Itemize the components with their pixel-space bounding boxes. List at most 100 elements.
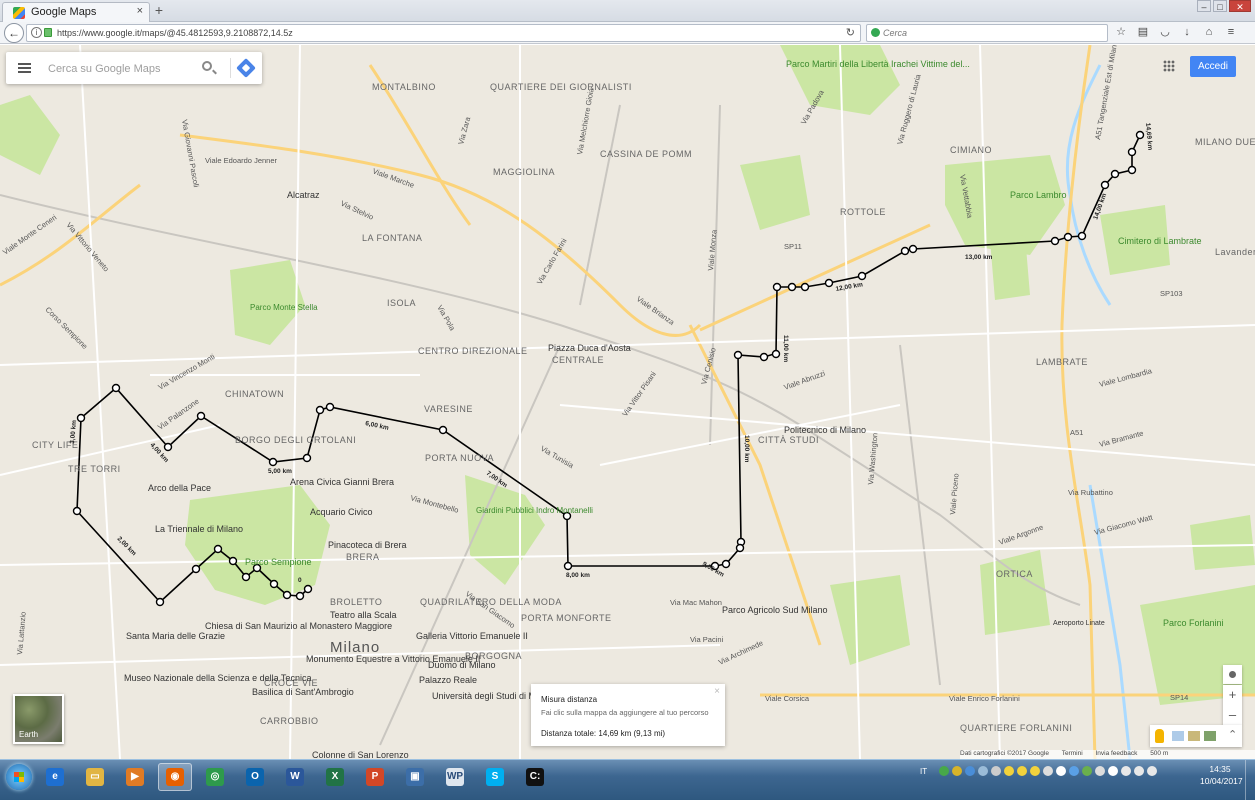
- street-label: A51: [1070, 428, 1083, 437]
- toolbar-icons: ☆ ▤ ◡ ↓ ⌂ ≡: [1114, 25, 1246, 39]
- zoom-out-button[interactable]: –: [1223, 705, 1242, 725]
- volume-icon[interactable]: [1134, 766, 1145, 776]
- route-distance-label: 11,00 km: [782, 335, 789, 362]
- site-info-icon[interactable]: i: [31, 27, 42, 38]
- feedback-link[interactable]: Invia feedback: [1095, 750, 1137, 757]
- tray-app-icon[interactable]: [1095, 766, 1106, 776]
- street-label: Viale Piceno: [948, 473, 961, 515]
- pocket-icon[interactable]: ◡: [1158, 25, 1172, 39]
- tray-app-icon[interactable]: [978, 766, 989, 776]
- browser-search-bar[interactable]: Cerca: [866, 24, 1108, 42]
- close-icon[interactable]: ×: [714, 686, 720, 697]
- downloads-icon[interactable]: ↓: [1180, 25, 1194, 39]
- start-button[interactable]: [6, 764, 32, 790]
- street-label: Via Washington: [866, 432, 880, 485]
- new-tab-button[interactable]: +: [152, 2, 166, 18]
- taskbar-skype-button[interactable]: S: [478, 763, 512, 791]
- taskbar-excel-button[interactable]: X: [318, 763, 352, 791]
- system-clock[interactable]: 14:35 10/04/2017: [1200, 763, 1243, 787]
- pegman-icon[interactable]: [1155, 729, 1164, 743]
- place-label: Acquario Civico: [310, 507, 373, 517]
- tray-app-icon[interactable]: [1017, 766, 1028, 776]
- route-distance-label: 8,00 km: [566, 572, 590, 579]
- search-icon[interactable]: [202, 61, 212, 71]
- maps-search-placeholder: Cerca su Google Maps: [48, 63, 161, 75]
- map-data-attribution: Dati cartografici ©2017 Google: [960, 750, 1049, 757]
- hamburger-menu-icon[interactable]: [18, 63, 31, 73]
- menu-icon[interactable]: ≡: [1224, 25, 1238, 39]
- district-label: BRERA: [346, 552, 380, 562]
- action-center-icon[interactable]: [1147, 766, 1158, 776]
- terms-link[interactable]: Termini: [1062, 750, 1083, 757]
- tray-app-icon[interactable]: [1069, 766, 1080, 776]
- imagery-thumb-icon[interactable]: [1204, 731, 1216, 741]
- taskbar-virtualbox-button[interactable]: ▣: [398, 763, 432, 791]
- tray-app-icon[interactable]: [965, 766, 976, 776]
- tray-app-icon[interactable]: [952, 766, 963, 776]
- place-label: Santa Maria delle Grazie: [126, 631, 225, 641]
- tray-app-icon[interactable]: [991, 766, 1002, 776]
- back-button[interactable]: ←: [4, 23, 24, 43]
- sign-in-button[interactable]: Accedi: [1190, 56, 1236, 77]
- route-distance-label: 5,00 km: [268, 468, 292, 475]
- outlook-icon: O: [246, 768, 264, 786]
- reading-list-icon[interactable]: ▤: [1136, 25, 1150, 39]
- apps-grid-icon[interactable]: [1163, 60, 1175, 72]
- tray-app-icon[interactable]: [1056, 766, 1067, 776]
- network-icon[interactable]: [1121, 766, 1132, 776]
- tray-app-icon[interactable]: [1043, 766, 1054, 776]
- clock-time: 14:35: [1209, 764, 1231, 774]
- tab-close-icon[interactable]: ×: [137, 5, 143, 17]
- tray-app-icon[interactable]: [1030, 766, 1041, 776]
- tray-app-icon[interactable]: [1004, 766, 1015, 776]
- place-label: Parco Sempione: [245, 557, 312, 567]
- close-window-button[interactable]: ✕: [1229, 0, 1251, 12]
- scale-bar[interactable]: 500 m: [1150, 750, 1168, 757]
- bookmark-star-icon[interactable]: ☆: [1114, 25, 1128, 39]
- navigation-toolbar: ← i https://www.google.it/maps/@45.48125…: [0, 22, 1255, 44]
- imagery-thumb-icon[interactable]: [1172, 731, 1184, 741]
- wordperfect-icon: WP: [446, 768, 464, 786]
- zoom-in-button[interactable]: +: [1223, 685, 1242, 705]
- imagery-thumb-icon[interactable]: [1188, 731, 1200, 741]
- directions-icon[interactable]: [236, 58, 256, 78]
- taskbar-word-button[interactable]: W: [278, 763, 312, 791]
- district-label: LA FONTANA: [362, 233, 422, 243]
- virtualbox-icon: ▣: [406, 768, 424, 786]
- street-label: Via Bramante: [1098, 429, 1144, 449]
- taskbar-internet-explorer-button[interactable]: e: [38, 763, 72, 791]
- tray-app-icon[interactable]: [939, 766, 950, 776]
- earth-view-toggle[interactable]: Earth: [13, 694, 64, 744]
- tray-app-icon[interactable]: [1108, 766, 1119, 776]
- taskbar-outlook-button[interactable]: O: [238, 763, 272, 791]
- tray-app-icon[interactable]: [1082, 766, 1093, 776]
- taskbar-wordperfect-button[interactable]: WP: [438, 763, 472, 791]
- district-label: TRE TORRI: [68, 464, 121, 474]
- taskbar-powerpoint-button[interactable]: P: [358, 763, 392, 791]
- district-label: QUARTIERE FORLANINI: [960, 723, 1072, 733]
- chevron-up-icon[interactable]: ⌃: [1228, 728, 1237, 741]
- taskbar-file-explorer-button[interactable]: ▭: [78, 763, 112, 791]
- browser-tab[interactable]: Google Maps ×: [2, 2, 150, 22]
- place-label: Piazza Duca d'Aosta: [548, 343, 631, 353]
- input-language[interactable]: IT: [920, 767, 927, 776]
- street-label: Viale Monte Ceneri: [1, 213, 59, 257]
- minimize-button[interactable]: –: [1197, 0, 1211, 12]
- taskbar-chrome-button[interactable]: ◎: [198, 763, 232, 791]
- taskbar-firefox-button[interactable]: ◉: [158, 763, 192, 791]
- address-bar[interactable]: i https://www.google.it/maps/@45.4812593…: [26, 24, 861, 42]
- taskbar-command-prompt-button[interactable]: C:: [518, 763, 552, 791]
- home-icon[interactable]: ⌂: [1202, 25, 1216, 39]
- map-canvas[interactable]: MONTALBINO QUARTIERE DEI GIORNALISTI CAS…: [0, 45, 1255, 759]
- maps-search-box[interactable]: Cerca su Google Maps: [6, 52, 262, 84]
- firefox-icon: ◉: [166, 768, 184, 786]
- maximize-button[interactable]: □: [1213, 0, 1227, 12]
- place-label: Galleria Vittorio Emanuele II: [416, 631, 528, 641]
- map-footer: Dati cartografici ©2017 Google Termini I…: [960, 750, 1255, 759]
- taskbar-media-player-button[interactable]: ▶: [118, 763, 152, 791]
- show-desktop-button[interactable]: [1245, 760, 1255, 800]
- divider: [230, 58, 231, 78]
- reload-icon[interactable]: ↻: [846, 26, 855, 39]
- my-location-button[interactable]: [1223, 665, 1242, 684]
- clock-date: 10/04/2017: [1200, 776, 1243, 786]
